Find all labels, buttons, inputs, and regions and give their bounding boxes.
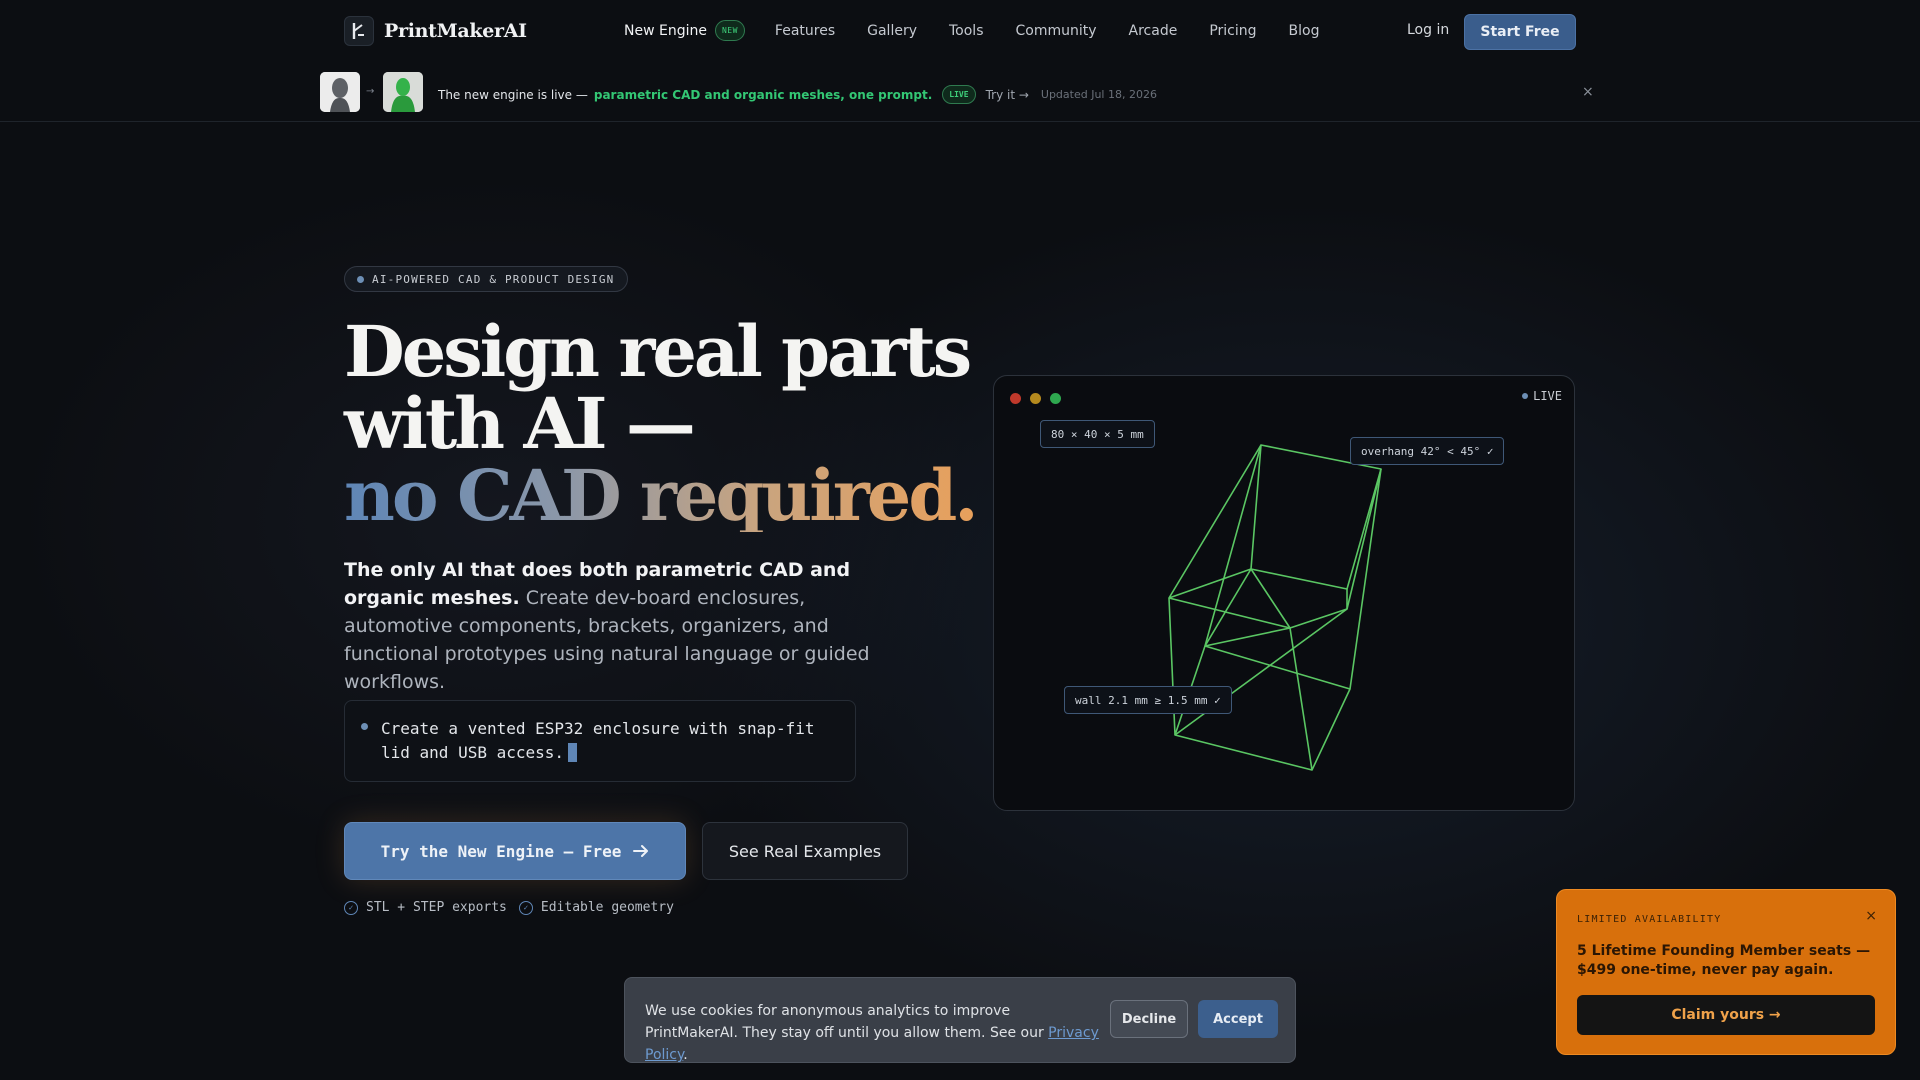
nav-item-new-engine[interactable]: New Engine NEW	[624, 20, 745, 41]
updated-date: Updated Jul 18, 2026	[1040, 88, 1157, 101]
cursor-caret	[568, 743, 578, 762]
claim-button[interactable]: Claim yours →	[1577, 995, 1875, 1035]
close-icon[interactable]: ×	[1865, 908, 1877, 924]
prompt-text-wrapper: Create a vented ESP32 enclosure with sna…	[381, 717, 841, 765]
check-circle-icon: ✓	[344, 900, 358, 915]
try-it-link[interactable]: Try it →	[986, 88, 1029, 102]
model-preview-panel: LIVE 80 × 40 × 5 mm overhang 42° < 45° ✓…	[993, 375, 1575, 811]
hero-subheading: The only AI that does both parametric CA…	[344, 556, 904, 696]
overhang-check-tag: overhang 42° < 45° ✓	[1350, 437, 1505, 465]
hero-headline: Design real parts with AI — no CAD requi…	[344, 316, 984, 532]
nav-item-pricing[interactable]: Pricing	[1209, 23, 1256, 39]
feature-list: ✓ STL + STEP exports ✓ Editable geometry	[344, 900, 676, 915]
headline-line-1: Design real parts	[344, 310, 972, 393]
feature-item: ✓ Editable geometry	[518, 900, 674, 915]
dimensions-tag: 80 × 40 × 5 mm	[1040, 420, 1155, 448]
site-header: PrintMakerAI New Engine NEW Features Gal…	[0, 0, 1920, 64]
feature-label: STL + STEP exports	[366, 900, 507, 915]
badge-dot-icon	[357, 275, 364, 283]
logo-icon	[344, 16, 374, 46]
cookie-text-after: .	[683, 1047, 688, 1063]
badge-label: AI-POWERED CAD & PRODUCT DESIGN	[372, 272, 615, 286]
feature-label: Editable geometry	[540, 900, 674, 915]
announcement-text: The new engine is live — parametric CAD …	[438, 85, 1157, 104]
nav-item-tools[interactable]: Tools	[949, 23, 984, 39]
cookie-banner: We use cookies for anonymous analytics t…	[624, 977, 1296, 1063]
check-circle-icon: ✓	[518, 900, 533, 915]
cta-primary-label: Try the New Engine — Free	[380, 841, 622, 861]
cookie-text-before: We use cookies for anonymous analytics t…	[645, 1003, 1049, 1041]
main-nav: New Engine NEW Features Gallery Tools Co…	[624, 20, 1352, 41]
decline-button[interactable]: Decline	[1110, 1000, 1188, 1038]
feature-item: ✓ STL + STEP exports	[344, 900, 507, 915]
headline-line-2: with AI —	[344, 382, 696, 465]
see-examples-button[interactable]: See Real Examples	[702, 822, 908, 880]
nav-item-label: New Engine	[624, 22, 707, 39]
brand-logo[interactable]: PrintMakerAI	[344, 16, 527, 46]
promo-label: LIMITED AVAILABILITY	[1577, 914, 1722, 925]
login-link[interactable]: Log in	[1407, 22, 1449, 38]
founding-member-promo: LIMITED AVAILABILITY × 5 Lifetime Foundi…	[1556, 889, 1896, 1055]
announcement-lead: The new engine is live —	[438, 87, 588, 102]
headline-line-3: no CAD required.	[344, 460, 984, 532]
nav-item-blog[interactable]: Blog	[1289, 23, 1320, 39]
nav-item-community[interactable]: Community	[1016, 23, 1097, 39]
live-badge: LIVE	[942, 85, 976, 104]
start-free-button[interactable]: Start Free	[1464, 14, 1576, 50]
grey-bust-thumbnail	[320, 72, 360, 112]
prompt-text: Create a vented ESP32 enclosure with sna…	[381, 719, 815, 762]
nav-item-gallery[interactable]: Gallery	[867, 23, 917, 39]
arrow-icon: →	[366, 86, 375, 97]
new-badge: NEW	[714, 20, 745, 41]
promo-message: 5 Lifetime Founding Member seats — $499 …	[1577, 943, 1871, 978]
arrow-right-icon	[633, 845, 649, 857]
prompt-example[interactable]: Create a vented ESP32 enclosure with sna…	[344, 700, 856, 782]
try-new-engine-button[interactable]: Try the New Engine — Free	[344, 822, 686, 880]
nav-item-features[interactable]: Features	[775, 23, 835, 39]
announcement-bar: → The new engine is live — parametric CA…	[0, 64, 1920, 122]
brand-name: PrintMakerAI	[384, 20, 527, 42]
cookie-message: We use cookies for anonymous analytics t…	[645, 1000, 1105, 1066]
green-bust-thumbnail	[383, 72, 423, 112]
nav-item-arcade[interactable]: Arcade	[1129, 23, 1178, 39]
hero-badge: AI-POWERED CAD & PRODUCT DESIGN	[344, 266, 628, 292]
announcement-highlight[interactable]: parametric CAD and organic meshes, one p…	[594, 88, 932, 102]
close-icon[interactable]: ×	[1582, 84, 1594, 100]
accept-button[interactable]: Accept	[1198, 1000, 1278, 1038]
wall-thickness-tag: wall 2.1 mm ≥ 1.5 mm ✓	[1064, 686, 1232, 714]
prompt-dot-icon	[361, 723, 368, 730]
